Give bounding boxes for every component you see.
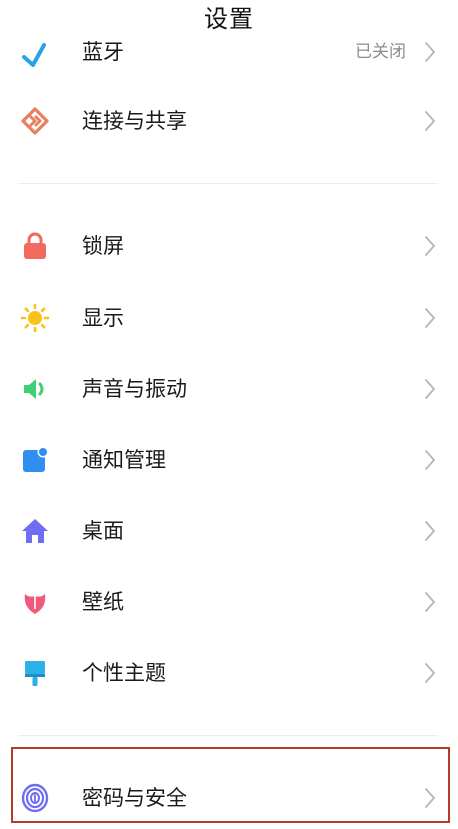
lock-icon	[18, 229, 52, 263]
chevron-right-icon	[425, 42, 435, 62]
chevron-right-icon	[425, 236, 435, 256]
section-divider	[18, 183, 438, 184]
home-icon	[18, 514, 52, 548]
settings-item-value: 已关闭	[355, 42, 406, 62]
settings-item-lock-screen[interactable]: 锁屏	[0, 216, 458, 276]
connection-share-icon	[18, 104, 52, 138]
chevron-right-icon	[425, 379, 435, 399]
notification-icon	[18, 443, 52, 477]
settings-item-label: 连接与共享	[82, 109, 187, 133]
chevron-right-icon	[425, 308, 435, 328]
section-divider	[18, 735, 438, 736]
settings-item-label: 通知管理	[82, 448, 166, 472]
settings-item-home-screen[interactable]: 桌面	[0, 501, 458, 561]
speaker-icon	[18, 372, 52, 406]
chevron-right-icon	[425, 592, 435, 612]
bluetooth-icon	[18, 35, 52, 69]
settings-item-label: 声音与振动	[82, 377, 187, 401]
settings-item-label: 个性主题	[82, 661, 166, 685]
page-title: 设置	[204, 5, 254, 33]
settings-item-connection-share[interactable]: 连接与共享	[0, 91, 458, 151]
chevron-right-icon	[425, 521, 435, 541]
settings-item-label: 显示	[82, 306, 124, 330]
settings-item-label: 锁屏	[82, 234, 124, 258]
title-bar: 设置	[0, 0, 458, 40]
highlight-box	[11, 747, 450, 823]
settings-item-sound-vibration[interactable]: 声音与振动	[0, 359, 458, 419]
brush-icon	[18, 656, 52, 690]
settings-item-themes[interactable]: 个性主题	[0, 643, 458, 703]
chevron-right-icon	[425, 450, 435, 470]
settings-item-label: 桌面	[82, 519, 124, 543]
chevron-right-icon	[425, 111, 435, 131]
sun-icon	[18, 301, 52, 335]
settings-item-label: 壁纸	[82, 590, 124, 614]
settings-item-wallpaper[interactable]: 壁纸	[0, 572, 458, 632]
settings-item-label: 蓝牙	[82, 40, 124, 64]
tulip-icon	[18, 585, 52, 619]
chevron-right-icon	[425, 663, 435, 683]
settings-item-notifications[interactable]: 通知管理	[0, 430, 458, 490]
settings-item-display[interactable]: 显示	[0, 288, 458, 348]
